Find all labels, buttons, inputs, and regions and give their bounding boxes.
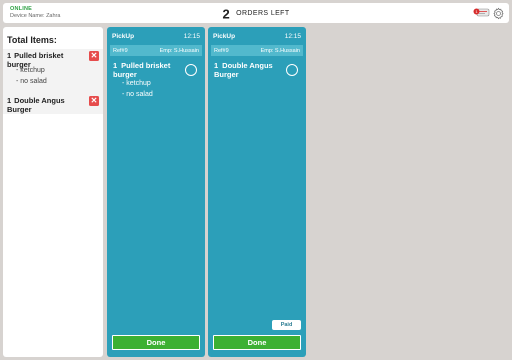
remove-item-button[interactable]: ✕ [89,96,99,106]
list-item: 1 Pulled brisket burger ✕ - ketchup - no … [3,49,103,95]
order-item-name: 1 Double Angus Burger [214,61,273,79]
order-employee: Emp: S.Hussain [260,47,300,54]
orders-left: 2 ORDERS LEFT [3,5,509,23]
message-bubbles-icon[interactable]: 1 [473,8,490,18]
order-item-modifiers: - ketchup - no salad [122,78,153,100]
order-time: 12:15 [183,33,200,40]
item-qty: 1 [7,51,12,60]
list-item: 1 Double Angus Burger ✕ [3,94,103,114]
done-button[interactable]: Done [213,335,301,350]
done-button[interactable]: Done [112,335,200,350]
order-info-bar: Ref#9 Emp: S.Hussain [211,45,303,56]
order-info-bar: Ref#9 Emp: S.Hussain [110,45,202,56]
item-name: 1 Double Angus Burger [7,96,65,114]
item-check-circle[interactable] [286,64,298,76]
orders-count: 2 [222,6,230,22]
modifier: - ketchup [16,67,45,74]
modifier: - ketchup [122,80,151,87]
total-items-panel: Total Items: 1 Pulled brisket burger ✕ - … [3,27,103,357]
order-ticket: PickUp 12:15 Ref#9 Emp: S.Hussain 1 Pulle… [107,27,205,357]
item-qty: 1 [7,96,12,105]
orders-label: ORDERS LEFT [236,10,290,18]
gear-icon[interactable] [492,7,505,20]
modifier: - no salad [16,78,47,85]
paid-badge: Paid [272,320,301,330]
order-type: PickUp [213,33,236,40]
total-items-title: Total Items: [7,35,57,45]
order-type: PickUp [112,33,135,40]
order-item-name: 1 Pulled brisket burger [113,61,171,79]
item-modifiers: - ketchup - no salad [16,65,47,87]
remove-item-button[interactable]: ✕ [89,51,99,61]
modifier: - no salad [122,91,153,98]
order-time: 12:15 [284,33,301,40]
order-ticket: PickUp 12:15 Ref#9 Emp: S.Hussain 1 Doubl… [208,27,306,357]
top-bar: ONLINE Device Name: Zahra 2 ORDERS LEFT … [3,3,509,23]
order-ref: Ref#9 [214,47,229,54]
item-check-circle[interactable] [185,64,197,76]
order-employee: Emp: S.Hussain [159,47,199,54]
order-ref: Ref#9 [113,47,128,54]
